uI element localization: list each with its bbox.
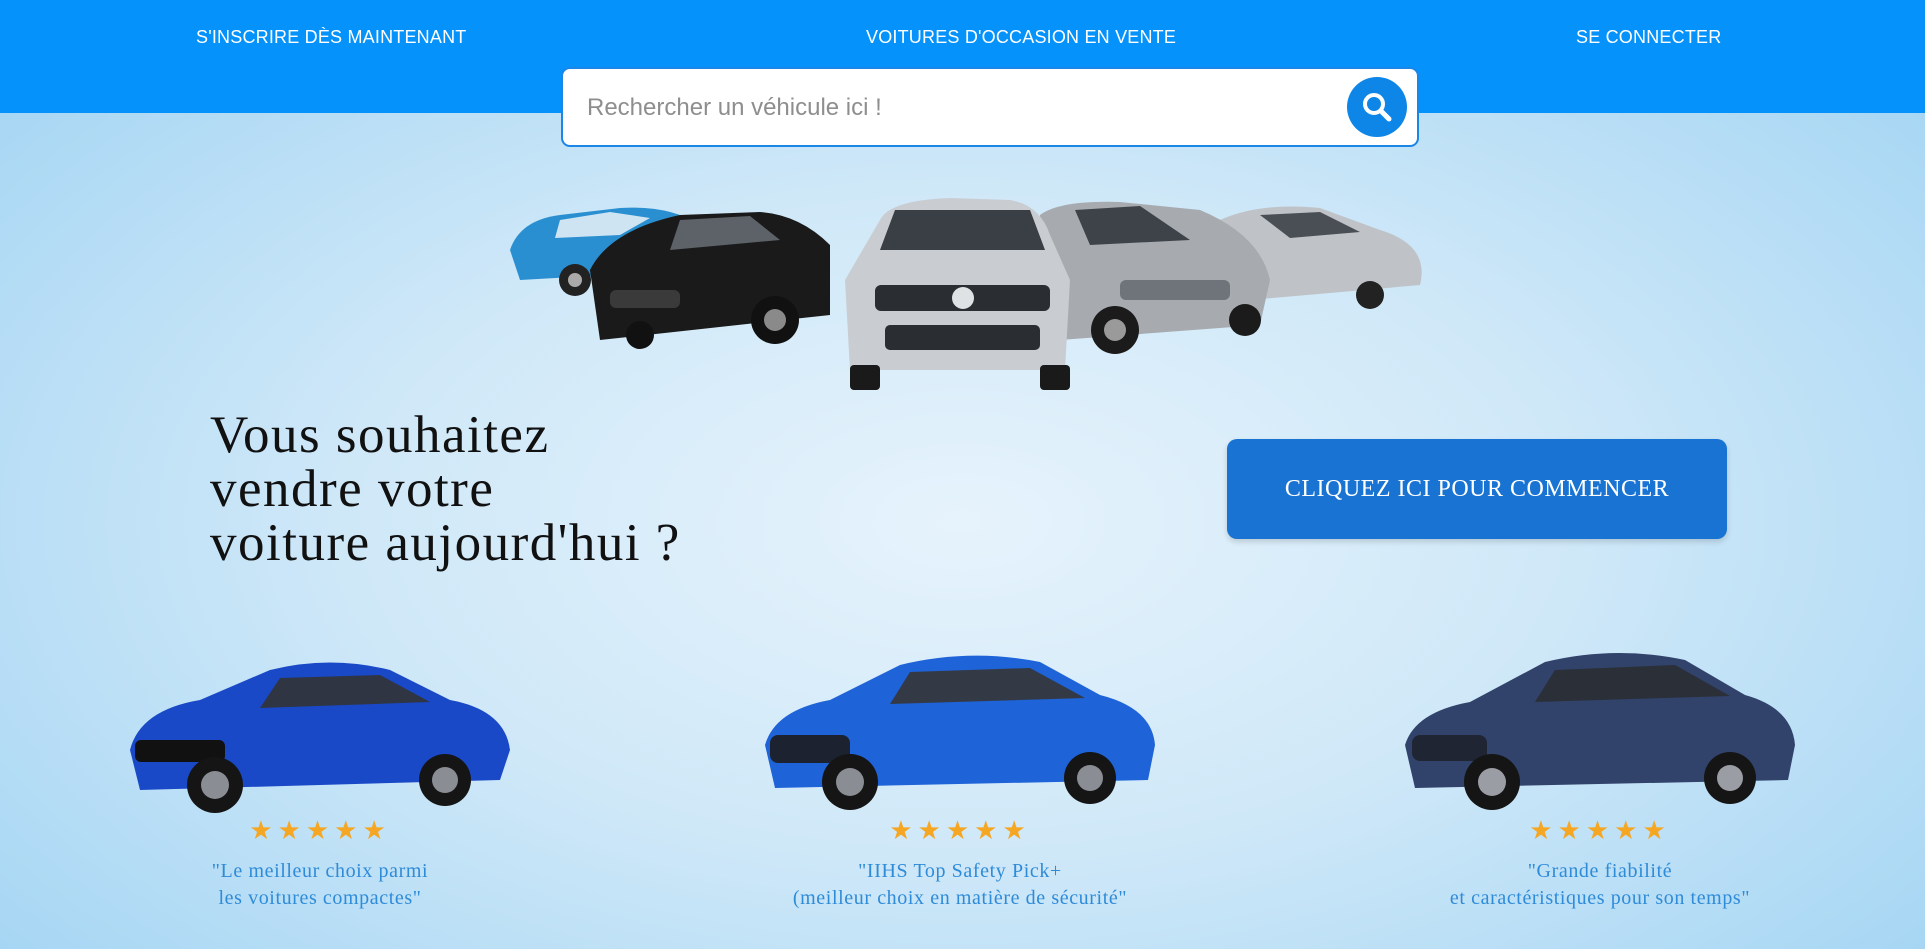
review-card: ★★★★★ "Grande fiabilité et caractéristiq… — [1360, 620, 1840, 920]
headline-line-2: vendre votre — [210, 460, 495, 518]
start-selling-button[interactable]: CLIQUEZ ICI POUR COMMENCER — [1227, 439, 1727, 539]
review-quote: "IIHS Top Safety Pick+ (meilleur choix e… — [720, 858, 1200, 912]
quote-line-1: "Grande fiabilité — [1527, 860, 1673, 882]
review-quote: "Grande fiabilité et caractéristiques po… — [1360, 858, 1840, 912]
quote-line-1: "IIHS Top Safety Pick+ — [858, 860, 1062, 882]
quote-line-2: et caractéristiques pour son temps" — [1449, 887, 1751, 909]
nav-signup-link[interactable]: S'INSCRIRE DÈS MAINTENANT — [196, 27, 466, 48]
rating-stars: ★★★★★ — [1529, 815, 1671, 845]
search-icon — [1363, 93, 1392, 122]
headline-line-3: voiture aujourd'hui ? — [210, 514, 681, 572]
silver-nissan-front-image — [845, 198, 1070, 390]
review-card: ★★★★★ "IIHS Top Safety Pick+ (meilleur c… — [720, 620, 1200, 920]
review-card: ★★★★★ "Le meilleur choix parmi les voitu… — [80, 620, 560, 920]
navy-mazda6-image — [1405, 652, 1795, 810]
search-button[interactable] — [1347, 77, 1407, 137]
quote-line-1: "Le meilleur choix parmi — [211, 860, 429, 882]
headline-line-1: Vous souhaitez — [210, 406, 550, 464]
quote-line-2: les voitures compactes" — [218, 887, 422, 909]
rating-stars: ★★★★★ — [249, 815, 391, 845]
nav-used-cars-link[interactable]: VOITURES D'OCCASION EN VENTE — [866, 27, 1176, 48]
search-bar — [561, 67, 1419, 147]
blue-honda-civic-image — [130, 662, 510, 813]
hero-headline: Vous souhaitez vendre votre voiture aujo… — [210, 408, 890, 570]
blue-hyundai-elantra-image — [765, 655, 1155, 810]
review-quote: "Le meilleur choix parmi les voitures co… — [80, 858, 560, 912]
rating-stars: ★★★★★ — [889, 815, 1031, 845]
hero-cars-lineup-image — [510, 198, 1422, 390]
nav-login-link[interactable]: SE CONNECTER — [1576, 27, 1721, 48]
quote-line-2: (meilleur choix en matière de sécurité" — [792, 887, 1128, 909]
search-input[interactable] — [585, 87, 1309, 129]
